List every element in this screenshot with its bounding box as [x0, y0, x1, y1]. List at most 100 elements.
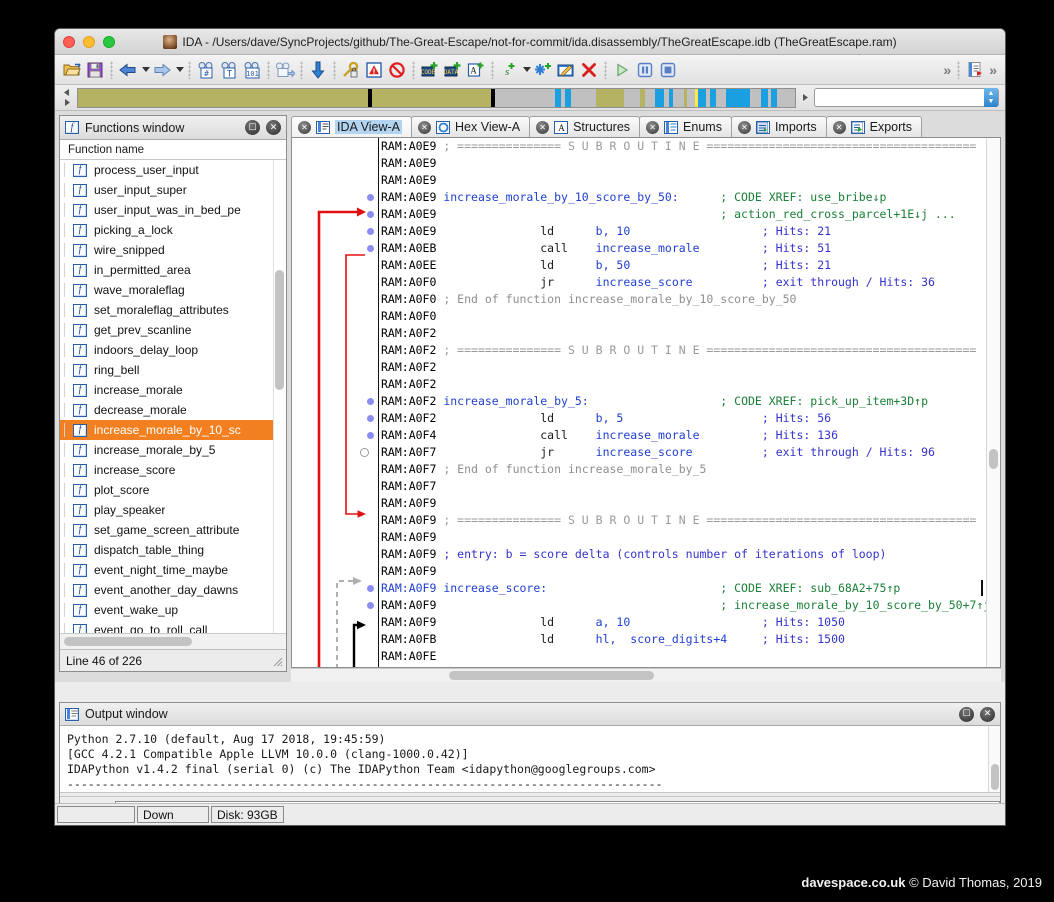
xref-marker-dot[interactable]	[367, 585, 374, 592]
list-item[interactable]: fincrease_morale	[60, 380, 273, 400]
nav-end-arrows[interactable]	[800, 88, 810, 108]
stop-icon[interactable]	[657, 59, 679, 81]
functions-hscroll[interactable]	[60, 633, 286, 649]
list-item[interactable]: fevent_go_to_roll_call	[60, 620, 273, 633]
disassembly-line[interactable]: RAM:A0F2 ld b, 5 ; Hits: 56	[381, 410, 986, 427]
zoom-window-button[interactable]	[103, 36, 115, 48]
disassembly-line[interactable]: RAM:A0F0	[381, 308, 986, 325]
pause-icon[interactable]	[634, 59, 656, 81]
disassembly-hscroll[interactable]	[291, 668, 1001, 682]
search-hex-icon[interactable]: #	[195, 59, 217, 81]
forward-dropdown-icon[interactable]	[174, 59, 184, 81]
warning-icon[interactable]	[363, 59, 385, 81]
key-icon[interactable]	[340, 59, 362, 81]
disassembly-line[interactable]: RAM:A0F9 ld a, 10 ; Hits: 1050	[381, 614, 986, 631]
function-label[interactable]: increase_morale_by_5:	[443, 394, 588, 408]
list-item[interactable]: fplot_score	[60, 480, 273, 500]
tab-ida-view-a[interactable]: ✕IDA View-A	[291, 116, 412, 137]
ida-view-a[interactable]: RAM:A0E9 ; =============== S U B R O U T…	[291, 137, 1001, 668]
tab-imports[interactable]: ✕Imports	[731, 116, 827, 137]
list-item[interactable]: fplay_speaker	[60, 500, 273, 520]
disassembly-line[interactable]: RAM:A0F7	[381, 478, 986, 495]
list-item[interactable]: fring_bell	[60, 360, 273, 380]
notes-icon[interactable]	[964, 59, 986, 81]
operands[interactable]: increase_score	[596, 445, 693, 459]
disassembly-line[interactable]: RAM:A0F9 ; entry: b = score delta (contr…	[381, 546, 986, 563]
search-next-icon[interactable]	[274, 59, 296, 81]
output-log[interactable]: Python 2.7.10 (default, Aug 17 2018, 19:…	[60, 726, 988, 792]
make-code-icon[interactable]: CODE	[419, 59, 441, 81]
back-icon[interactable]	[117, 59, 139, 81]
list-item[interactable]: fevent_night_time_maybe	[60, 560, 273, 580]
search-text-icon[interactable]: T	[218, 59, 240, 81]
close-icon[interactable]: ✕	[738, 121, 751, 134]
list-item[interactable]: fevent_another_day_dawns	[60, 580, 273, 600]
list-item[interactable]: fpicking_a_lock	[60, 220, 273, 240]
jump-search-input[interactable]	[815, 89, 984, 106]
disassembly-line[interactable]: RAM:A0F9	[381, 563, 986, 580]
forward-icon[interactable]	[151, 59, 173, 81]
operands[interactable]: increase_score	[596, 275, 693, 289]
tab-hex-view-a[interactable]: ✕Hex View-A	[411, 116, 530, 137]
local-label[interactable]: loop:	[443, 666, 478, 667]
list-item[interactable]: fin_permitted_area	[60, 260, 273, 280]
output-scroll-thumb[interactable]	[991, 764, 999, 790]
close-icon[interactable]: ✕	[646, 121, 659, 134]
disassembly-line[interactable]: RAM:A0F2	[381, 325, 986, 342]
function-label[interactable]: increase_morale_by_10_score_by_50:	[443, 190, 678, 204]
jump-search-box[interactable]: ▲▼	[814, 88, 999, 107]
disassembly-line[interactable]: RAM:A0EE ld b, 50 ; Hits: 21	[381, 257, 986, 274]
run-icon[interactable]	[611, 59, 633, 81]
xref-marker-dot[interactable]	[367, 398, 374, 405]
detach-icon[interactable]: ☐	[245, 120, 260, 135]
xref-marker-dot[interactable]	[367, 432, 374, 439]
functions-list-scroll-thumb[interactable]	[275, 270, 284, 390]
disassembly-line[interactable]: RAM:A0FE loop: ; CODE XREF: increase_sco…	[381, 665, 986, 667]
nav-cursor[interactable]	[695, 88, 698, 108]
disassembly-line[interactable]: RAM:A0F9 ; =============== S U B R O U T…	[381, 512, 986, 529]
make-struct-dropdown-icon[interactable]	[521, 59, 531, 81]
disassembly-line[interactable]: RAM:A0FE	[381, 648, 986, 665]
xref-marker-dot[interactable]	[367, 194, 374, 201]
list-item[interactable]: fset_game_screen_attribute	[60, 520, 273, 540]
disassembly-hscroll-thumb[interactable]	[449, 671, 654, 680]
navigation-band[interactable]	[77, 88, 796, 108]
operands[interactable]: increase_morale	[596, 428, 700, 442]
forbidden-icon[interactable]	[386, 59, 408, 81]
function-name-column-header[interactable]: Function name	[60, 140, 286, 160]
xref-marker-dot[interactable]	[367, 211, 374, 218]
list-item[interactable]: fdispatch_table_thing	[60, 540, 273, 560]
list-item[interactable]: fuser_input_was_in_bed_pe	[60, 200, 273, 220]
disassembly-line[interactable]: RAM:A0E9 ; =============== S U B R O U T…	[381, 138, 986, 155]
disassembly-line[interactable]: RAM:A0F0 jr increase_score ; exit throug…	[381, 274, 986, 291]
edit-pencil-icon[interactable]	[555, 59, 577, 81]
disassembly-line[interactable]: RAM:A0F9 increase_score: ; CODE XREF: su…	[381, 580, 986, 597]
disassembly-scrollbar[interactable]	[986, 138, 1000, 667]
collapse-marker-dot[interactable]	[360, 448, 369, 457]
disassembly-line[interactable]: RAM:A0F4 call increase_morale ; Hits: 13…	[381, 427, 986, 444]
toolbar-overflow-button[interactable]: »	[941, 62, 953, 78]
disassembly-line[interactable]: RAM:A0E9	[381, 172, 986, 189]
xref-marker-dot[interactable]	[367, 245, 374, 252]
disassembly-line[interactable]: RAM:A0F0 ; End of function increase_mora…	[381, 291, 986, 308]
close-icon[interactable]: ✕	[980, 707, 995, 722]
list-item[interactable]: fget_prev_scanline	[60, 320, 273, 340]
operands[interactable]: b, 5	[596, 411, 624, 425]
tab-structures[interactable]: ✕AStructures	[529, 116, 640, 137]
xref-marker-dot[interactable]	[367, 602, 374, 609]
toolbar-overflow-button-2[interactable]: »	[987, 62, 999, 78]
operands[interactable]: increase_morale	[596, 241, 700, 255]
functions-list[interactable]: fevent_go_to_roll_callfevent_wake_upfeve…	[60, 160, 286, 633]
list-item[interactable]: findoors_delay_loop	[60, 340, 273, 360]
disassembly-line[interactable]: RAM:A0E9 increase_morale_by_10_score_by_…	[381, 189, 986, 206]
disassembly-line[interactable]: RAM:A0F2	[381, 359, 986, 376]
list-item[interactable]: fdecrease_morale	[60, 400, 273, 420]
make-struct-icon[interactable]: s	[498, 59, 520, 81]
close-icon[interactable]: ✕	[298, 121, 311, 134]
disassembly-line[interactable]: RAM:A0F9	[381, 495, 986, 512]
disassembly-line[interactable]: RAM:A0F9 ; increase_morale_by_10_score_b…	[381, 597, 986, 614]
close-window-button[interactable]	[63, 36, 75, 48]
tab-exports[interactable]: ✕Exports	[826, 116, 922, 137]
operands[interactable]: b, 50	[596, 258, 631, 272]
xref-marker-dot[interactable]	[367, 415, 374, 422]
